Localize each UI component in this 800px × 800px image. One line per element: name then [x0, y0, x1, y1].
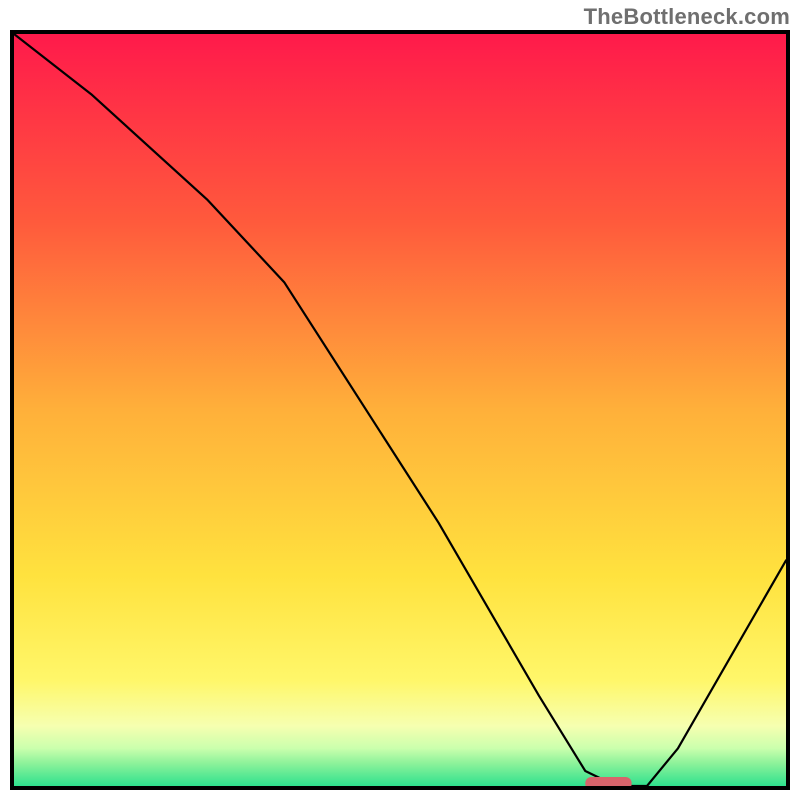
chart-frame [10, 30, 790, 790]
watermark-text: TheBottleneck.com [584, 4, 790, 30]
gradient-background [14, 34, 786, 786]
optimum-marker [585, 777, 631, 786]
bottleneck-chart [14, 34, 786, 786]
